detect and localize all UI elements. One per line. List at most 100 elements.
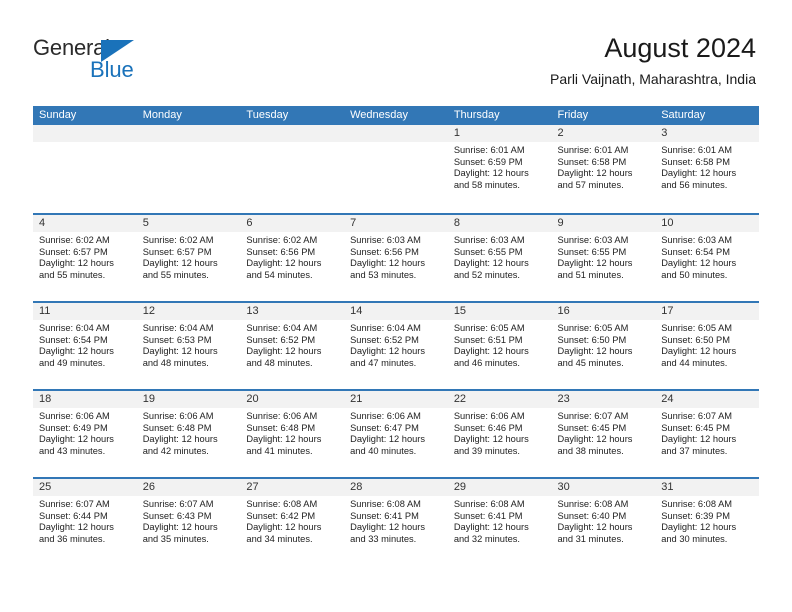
sunrise-text: Sunrise: 6:03 AM — [350, 235, 421, 245]
day-cell[interactable]: 7 Sunrise: 6:03 AM Sunset: 6:56 PM Dayli… — [344, 215, 448, 301]
day-cell[interactable]: 13 Sunrise: 6:04 AM Sunset: 6:52 PM Dayl… — [240, 303, 345, 389]
day-cell[interactable]: 3 Sunrise: 6:01 AM Sunset: 6:58 PM Dayli… — [655, 125, 759, 213]
page-title: August 2024 — [604, 33, 756, 63]
sunset-text: Sunset: 6:48 PM — [142, 422, 212, 433]
day-cell[interactable]: 31 Sunrise: 6:08 AM Sunset: 6:39 PM Dayl… — [655, 479, 759, 565]
logo-text-blue: Blue — [90, 57, 134, 82]
day-number: 19 — [136, 391, 241, 408]
daylight-text-line1: Daylight: 12 hours — [661, 346, 737, 357]
day-cell[interactable]: 2 Sunrise: 6:01 AM Sunset: 6:58 PM Dayli… — [551, 125, 656, 213]
day-number: 4 — [33, 215, 137, 232]
day-number: 7 — [344, 215, 448, 232]
day-cell[interactable]: 21 Sunrise: 6:06 AM Sunset: 6:47 PM Dayl… — [344, 391, 448, 477]
day-cell[interactable]: 10 Sunrise: 6:03 AM Sunset: 6:54 PM Dayl… — [655, 215, 759, 301]
sunset-text: Sunset: 6:41 PM — [350, 510, 419, 521]
daylight-text-line1: Daylight: 12 hours — [246, 258, 322, 269]
weekday-header-thursday: Thursday — [453, 109, 500, 121]
daylight-text-line2: and 46 minutes. — [453, 357, 520, 368]
daylight-text-line2: and 45 minutes. — [557, 357, 624, 368]
day-cell[interactable]: 15 Sunrise: 6:05 AM Sunset: 6:51 PM Dayl… — [447, 303, 552, 389]
daylight-text-line1: Daylight: 12 hours — [142, 258, 218, 269]
day-number: 26 — [136, 479, 241, 496]
daylight-text-line2: and 37 minutes. — [661, 445, 728, 456]
day-number: 15 — [447, 303, 552, 320]
day-number: 20 — [240, 391, 345, 408]
day-cell[interactable]: 19 Sunrise: 6:06 AM Sunset: 6:48 PM Dayl… — [136, 391, 241, 477]
day-cell[interactable]: 30 Sunrise: 6:08 AM Sunset: 6:40 PM Dayl… — [551, 479, 656, 565]
day-cell[interactable]: 20 Sunrise: 6:06 AM Sunset: 6:48 PM Dayl… — [240, 391, 345, 477]
sunset-text: Sunset: 6:44 PM — [39, 510, 108, 521]
day-info: Sunrise: 6:08 AM Sunset: 6:40 PM Dayligh… — [552, 496, 656, 545]
day-cell[interactable]: 5 Sunrise: 6:02 AM Sunset: 6:57 PM Dayli… — [136, 215, 241, 301]
day-info: Sunrise: 6:06 AM Sunset: 6:47 PM Dayligh… — [344, 408, 448, 457]
day-cell[interactable]: 1 Sunrise: 6:01 AM Sunset: 6:59 PM Dayli… — [447, 125, 552, 213]
sunrise-text: Sunrise: 6:04 AM — [142, 323, 214, 333]
sunset-text: Sunset: 6:43 PM — [142, 510, 212, 521]
day-cell[interactable]: 8 Sunrise: 6:03 AM Sunset: 6:55 PM Dayli… — [447, 215, 552, 301]
day-cell[interactable]: 17 Sunrise: 6:05 AM Sunset: 6:50 PM Dayl… — [655, 303, 759, 389]
sunset-text: Sunset: 6:57 PM — [39, 246, 108, 257]
sunset-text: Sunset: 6:48 PM — [246, 422, 316, 433]
day-cell[interactable]: 26 Sunrise: 6:07 AM Sunset: 6:43 PM Dayl… — [136, 479, 241, 565]
day-info: Sunrise: 6:07 AM Sunset: 6:43 PM Dayligh… — [137, 496, 241, 545]
sunset-text: Sunset: 6:51 PM — [453, 334, 523, 345]
sunrise-text: Sunrise: 6:08 AM — [246, 499, 318, 509]
weekday-header-monday: Monday — [142, 109, 182, 121]
day-number: 3 — [655, 125, 759, 142]
day-cell[interactable]: 23 Sunrise: 6:07 AM Sunset: 6:45 PM Dayl… — [551, 391, 656, 477]
general-blue-logo[interactable]: General Blue — [33, 36, 163, 82]
day-info: Sunrise: 6:08 AM Sunset: 6:41 PM Dayligh… — [448, 496, 552, 545]
daylight-text-line2: and 36 minutes. — [39, 533, 106, 544]
daylight-text-line2: and 39 minutes. — [453, 445, 520, 456]
day-info: Sunrise: 6:06 AM Sunset: 6:49 PM Dayligh… — [33, 408, 137, 457]
day-cell[interactable] — [33, 125, 137, 213]
weekday-header-wednesday: Wednesday — [350, 109, 408, 121]
sunset-text: Sunset: 6:41 PM — [453, 510, 523, 521]
day-cell[interactable]: 4 Sunrise: 6:02 AM Sunset: 6:57 PM Dayli… — [33, 215, 137, 301]
day-cell[interactable]: 18 Sunrise: 6:06 AM Sunset: 6:49 PM Dayl… — [33, 391, 137, 477]
day-info: Sunrise: 6:03 AM Sunset: 6:56 PM Dayligh… — [344, 232, 448, 281]
daylight-text-line2: and 42 minutes. — [142, 445, 209, 456]
day-number: 8 — [447, 215, 552, 232]
day-cell[interactable]: 16 Sunrise: 6:05 AM Sunset: 6:50 PM Dayl… — [551, 303, 656, 389]
sunrise-text: Sunrise: 6:03 AM — [661, 235, 733, 245]
day-info: Sunrise: 6:04 AM Sunset: 6:52 PM Dayligh… — [344, 320, 448, 369]
calendar-page: General Blue August 2024 Parli Vaijnath,… — [0, 0, 792, 612]
daylight-text-line2: and 56 minutes. — [661, 179, 728, 190]
day-cell[interactable] — [344, 125, 448, 213]
sunset-text: Sunset: 6:58 PM — [557, 156, 627, 167]
day-number: 22 — [447, 391, 552, 408]
daylight-text-line2: and 43 minutes. — [39, 445, 106, 456]
day-cell[interactable]: 27 Sunrise: 6:08 AM Sunset: 6:42 PM Dayl… — [240, 479, 345, 565]
sunset-text: Sunset: 6:40 PM — [557, 510, 627, 521]
daylight-text-line2: and 55 minutes. — [142, 269, 209, 280]
page-subtitle: Parli Vaijnath, Maharashtra, India — [550, 71, 756, 87]
day-info: Sunrise: 6:07 AM Sunset: 6:45 PM Dayligh… — [655, 408, 759, 457]
week-row: 25 Sunrise: 6:07 AM Sunset: 6:44 PM Dayl… — [33, 477, 759, 565]
day-cell[interactable]: 6 Sunrise: 6:02 AM Sunset: 6:56 PM Dayli… — [240, 215, 345, 301]
week-row: 1 Sunrise: 6:01 AM Sunset: 6:59 PM Dayli… — [33, 125, 759, 213]
day-cell[interactable]: 12 Sunrise: 6:04 AM Sunset: 6:53 PM Dayl… — [136, 303, 241, 389]
day-cell[interactable]: 29 Sunrise: 6:08 AM Sunset: 6:41 PM Dayl… — [447, 479, 552, 565]
day-cell[interactable]: 24 Sunrise: 6:07 AM Sunset: 6:45 PM Dayl… — [655, 391, 759, 477]
day-cell[interactable]: 22 Sunrise: 6:06 AM Sunset: 6:46 PM Dayl… — [447, 391, 552, 477]
daylight-text-line1: Daylight: 12 hours — [350, 522, 426, 533]
day-number: 29 — [447, 479, 552, 496]
day-cell[interactable]: 28 Sunrise: 6:08 AM Sunset: 6:41 PM Dayl… — [344, 479, 448, 565]
sunrise-text: Sunrise: 6:08 AM — [350, 499, 421, 509]
sunrise-text: Sunrise: 6:02 AM — [246, 235, 318, 245]
sunset-text: Sunset: 6:58 PM — [661, 156, 730, 167]
week-row: 4 Sunrise: 6:02 AM Sunset: 6:57 PM Dayli… — [33, 213, 759, 301]
daylight-text-line2: and 34 minutes. — [246, 533, 313, 544]
day-info: Sunrise: 6:04 AM Sunset: 6:54 PM Dayligh… — [33, 320, 137, 369]
day-cell[interactable]: 14 Sunrise: 6:04 AM Sunset: 6:52 PM Dayl… — [344, 303, 448, 389]
day-cell[interactable]: 25 Sunrise: 6:07 AM Sunset: 6:44 PM Dayl… — [33, 479, 137, 565]
day-number: 14 — [344, 303, 448, 320]
day-cell[interactable] — [136, 125, 241, 213]
day-cell[interactable]: 9 Sunrise: 6:03 AM Sunset: 6:55 PM Dayli… — [551, 215, 656, 301]
day-cell[interactable] — [240, 125, 345, 213]
day-cell[interactable]: 11 Sunrise: 6:04 AM Sunset: 6:54 PM Dayl… — [33, 303, 137, 389]
sunrise-text: Sunrise: 6:08 AM — [453, 499, 525, 509]
sunrise-text: Sunrise: 6:01 AM — [661, 145, 733, 155]
day-info: Sunrise: 6:08 AM Sunset: 6:39 PM Dayligh… — [655, 496, 759, 545]
